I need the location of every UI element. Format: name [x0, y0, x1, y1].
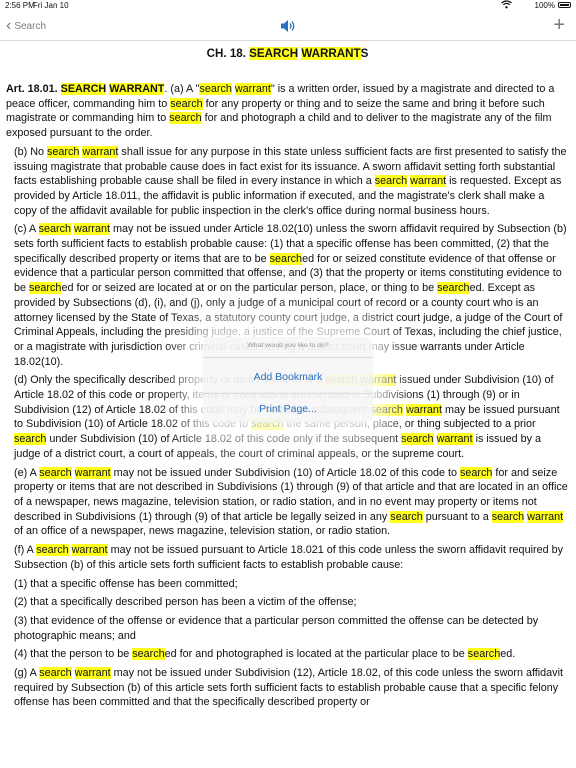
paragraph-text: may not be issued under Subdivision (10)… — [110, 466, 460, 479]
paragraph-text: of an office of a newspaper, news magazi… — [14, 525, 391, 538]
search-highlight: search — [467, 648, 501, 661]
search-highlight: WARRANT — [109, 83, 165, 95]
battery-percent: 100% — [534, 1, 555, 10]
search-highlight: warrant — [405, 403, 442, 416]
title-text: CH. 18. — [206, 47, 250, 60]
search-highlight: search — [169, 112, 202, 125]
statute-paragraph: (b) No search warrant shall issue for an… — [6, 145, 569, 219]
statute-paragraph: (f) A search warrant may not be issued p… — [6, 543, 569, 572]
paragraph-text: ed for and photographed is located at th… — [164, 648, 468, 661]
paragraph-text: pursuant to a — [422, 510, 492, 523]
paragraph-text: (g) A — [14, 667, 40, 680]
search-highlight: search — [14, 433, 47, 446]
paragraph-text: . (a) A " — [164, 83, 200, 95]
search-highlight: warrant — [527, 510, 564, 523]
search-highlight: SEARCH — [60, 83, 107, 95]
search-highlight: search — [370, 403, 403, 416]
paragraph-text: (2) that a specifically described person… — [14, 596, 357, 609]
search-highlight: warrant — [234, 83, 271, 95]
search-highlight: warrant — [410, 175, 447, 188]
paragraph-text: (b) No — [14, 145, 47, 158]
search-highlight: search — [269, 252, 303, 265]
search-highlight: warrant — [74, 466, 111, 479]
search-highlight: search — [170, 97, 203, 110]
title-suffix: S — [360, 47, 369, 60]
title-highlight-warrant: WARRANT — [301, 47, 361, 60]
search-highlight: search — [36, 544, 69, 557]
paragraph-text: under Subdivision (10) of Article 18.02 … — [46, 433, 402, 446]
menu-divider — [203, 357, 373, 358]
back-button[interactable]: ‹ Search — [6, 18, 46, 34]
search-highlight: warrant — [436, 433, 473, 446]
search-highlight: warrant — [74, 223, 111, 236]
statute-paragraph: (g) A search warrant may not be issued u… — [6, 666, 569, 710]
paragraph-text: (c) A — [14, 223, 39, 236]
status-date: Fri Jan 10 — [33, 1, 69, 10]
paragraph-text: ed for or seized are located at or on th… — [61, 282, 438, 295]
paragraph-text: (e) A — [14, 466, 40, 479]
add-icon[interactable]: + — [553, 15, 565, 35]
paragraph-text: (4) that the person to be — [14, 648, 133, 661]
search-highlight: search — [38, 223, 72, 236]
paragraph-text: (3) that evidence of the offense or evid… — [14, 614, 539, 642]
title-highlight-search: SEARCH — [249, 47, 299, 60]
search-highlight: search — [39, 667, 72, 680]
menu-prompt: What would you like to do? — [247, 342, 329, 349]
battery-icon — [558, 2, 571, 8]
print-page-button[interactable]: Print Page... — [203, 396, 373, 422]
search-highlight: search — [401, 433, 434, 446]
page-title: CH. 18. SEARCH WARRANTS — [6, 46, 569, 62]
back-button-label: Search — [14, 20, 47, 32]
search-highlight: search — [47, 145, 80, 158]
wifi-icon — [501, 0, 512, 11]
speaker-icon[interactable] — [279, 18, 297, 34]
search-highlight: search — [390, 510, 423, 523]
chevron-left-icon: ‹ — [6, 17, 12, 34]
paragraph-text: Art. 18.01. — [6, 83, 61, 95]
paragraph-text: (f) A — [14, 544, 37, 557]
statute-paragraph: (e) A search warrant may not be issued u… — [6, 466, 569, 540]
search-highlight: warrant — [71, 544, 108, 557]
statute-paragraph: Art. 18.01. SEARCH WARRANT. (a) A "searc… — [6, 82, 569, 141]
search-highlight: search — [491, 510, 525, 523]
search-highlight: search — [374, 175, 408, 188]
search-highlight: warrant — [74, 667, 111, 680]
statute-paragraph: (4) that the person to be searched for a… — [6, 647, 569, 662]
action-menu: What would you like to do? Add Bookmark … — [203, 337, 373, 423]
statute-paragraph: (2) that a specifically described person… — [6, 595, 569, 610]
paragraph-text: ed. — [500, 648, 516, 661]
search-highlight: search — [29, 282, 62, 295]
statute-paragraph: (3) that evidence of the offense or evid… — [6, 614, 569, 643]
search-highlight: search — [437, 282, 470, 295]
search-highlight: search — [199, 83, 232, 95]
search-highlight: search — [459, 466, 493, 479]
search-highlight: search — [39, 466, 72, 479]
status-time: 2:56 PM — [5, 1, 35, 10]
navigation-bar: ‹ Search + — [0, 12, 576, 41]
add-bookmark-button[interactable]: Add Bookmark — [203, 364, 373, 390]
search-highlight: search — [132, 648, 165, 661]
menu-divider — [203, 393, 373, 394]
search-highlight: warrant — [82, 145, 119, 158]
paragraph-text: (1) that a specific offense has been com… — [14, 577, 238, 590]
statute-paragraph: (1) that a specific offense has been com… — [6, 577, 569, 592]
status-bar: 2:56 PM Fri Jan 10 100% — [0, 0, 576, 12]
